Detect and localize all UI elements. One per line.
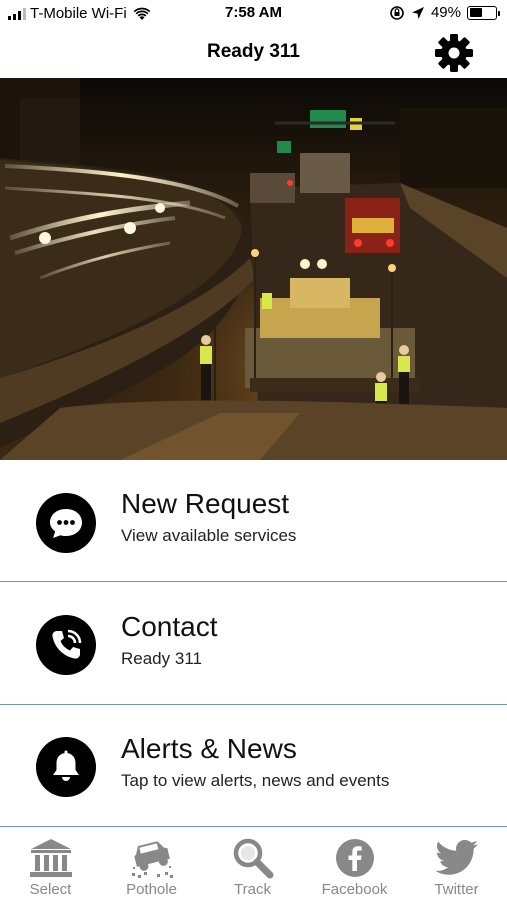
alerts-news-row[interactable]: Alerts & News Tap to view alerts, news a… [0,705,507,827]
battery-percent: 49% [430,4,461,21]
tab-twitter-label: Twitter [434,881,479,898]
magnifier-icon [229,836,277,880]
new-request-subtitle: View available services [121,526,297,545]
contact-title: Contact [121,611,218,642]
battery-fill [469,8,482,17]
contact-subtitle: Ready 311 [121,649,202,668]
tab-select[interactable]: Select [0,828,101,900]
new-request-row[interactable]: New Request View available services [0,460,507,582]
bank-icon [27,836,75,880]
tab-track[interactable]: Track [202,828,303,900]
status-bar: T-Mobile Wi-Fi 7:58 AM 49% [0,0,507,28]
orientation-lock-icon [390,5,404,20]
contact-row[interactable]: Contact Ready 311 [0,583,507,705]
nav-bar: Ready 311 [0,28,507,78]
highway-roadwork-photo [0,78,507,460]
tab-twitter[interactable]: Twitter [406,828,507,900]
phone-icon [36,615,96,675]
tab-track-label: Track [234,881,271,898]
tab-pothole[interactable]: Pothole [101,828,202,900]
battery-icon [467,5,500,20]
chat-bubble-icon [36,493,96,553]
alerts-news-title: Alerts & News [121,733,297,764]
tab-pothole-label: Pothole [126,881,177,898]
car-pothole-icon [128,836,176,880]
tab-facebook[interactable]: Facebook [304,828,405,900]
new-request-title: New Request [121,488,290,519]
alerts-news-subtitle: Tap to view alerts, news and events [121,771,390,790]
page-title: Ready 311 [207,41,300,62]
twitter-icon [433,836,481,880]
bell-icon [36,737,96,797]
status-right: 49% [389,4,500,21]
facebook-icon [331,836,379,880]
tab-bar: Select Pothole Track Facebook Twitter [0,828,507,900]
tab-select-label: Select [29,881,72,898]
tab-facebook-label: Facebook [321,881,388,898]
hero-image [0,78,507,460]
gear-icon [435,34,473,72]
settings-button[interactable] [432,33,476,73]
location-arrow-icon [411,6,424,19]
